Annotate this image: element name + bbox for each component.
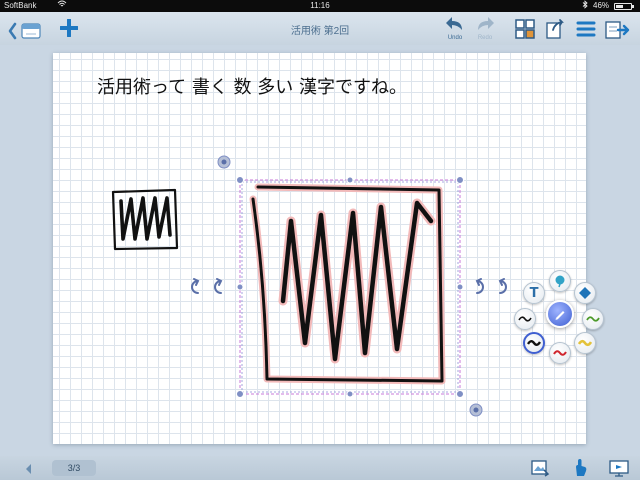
export-button[interactable]	[604, 18, 630, 42]
highlighter-yellow-button[interactable]	[574, 332, 596, 354]
page-counter[interactable]: 3/3	[52, 460, 96, 476]
undo-button[interactable]: Undo	[444, 15, 466, 45]
redo-label: Redo	[477, 35, 493, 41]
pen-black-thin-button[interactable]	[514, 308, 536, 330]
pen-tool-selected-button[interactable]	[546, 300, 574, 328]
thumbnails-icon	[515, 19, 535, 39]
export-icon	[605, 21, 630, 39]
small-drawing[interactable]	[111, 188, 179, 251]
pen-icon	[555, 311, 565, 320]
undo-label: Undo	[447, 35, 463, 41]
handle-top-left	[236, 176, 244, 184]
insert-picture-icon	[531, 460, 550, 477]
handle-top-right	[456, 176, 464, 184]
presentation-button[interactable]	[608, 458, 630, 478]
eraser-tool-button[interactable]	[574, 282, 596, 304]
undo-icon	[446, 17, 462, 30]
menu-button[interactable]	[576, 19, 596, 39]
status-bar: SoftBank 11:16 46%	[0, 0, 640, 12]
stroke-black-thick-icon	[527, 340, 541, 346]
pen-red-button[interactable]	[549, 342, 571, 364]
clock: 11:16	[310, 1, 330, 10]
chevron-left-icon	[26, 464, 31, 474]
rotate-left-icon[interactable]	[191, 278, 223, 294]
stroke-black-thin-icon	[518, 316, 532, 322]
handle-left-middle	[236, 283, 244, 291]
battery-fill	[616, 5, 624, 8]
tool-palette: T	[510, 264, 610, 374]
handwriting-text[interactable]: 活用術って 書く 数 多い 漢字ですね。	[97, 77, 407, 98]
ink-layer: 活用術って 書く 数 多い 漢字ですね。	[97, 77, 507, 417]
handle-bottom-right	[456, 390, 464, 398]
handle-bottom-middle	[346, 390, 354, 398]
battery-icon	[614, 3, 634, 10]
lasso-tool-button[interactable]	[549, 270, 571, 292]
share-icon	[546, 19, 564, 39]
insert-image-button[interactable]	[530, 458, 550, 478]
share-button[interactable]	[544, 18, 566, 40]
finger-mode-button[interactable]	[570, 458, 590, 478]
hand-pointer-icon	[576, 459, 587, 476]
stroke-red-icon	[553, 350, 567, 356]
redo-button[interactable]: Redo	[474, 15, 496, 45]
list-menu-icon	[576, 21, 596, 37]
rotate-right-icon[interactable]	[475, 278, 507, 294]
stroke-yellow-icon	[578, 339, 592, 347]
pen-green-button[interactable]	[582, 308, 604, 330]
pen-black-thick-button[interactable]	[523, 332, 545, 354]
text-tool-label: T	[529, 285, 539, 301]
handle-top-middle	[346, 176, 354, 184]
handle-bottom-left	[236, 390, 244, 398]
lasso-icon	[555, 275, 565, 288]
rotate-handle-top[interactable]	[217, 155, 231, 169]
selected-drawing[interactable]	[249, 183, 446, 385]
battery-percent: 46%	[593, 1, 610, 10]
projector-icon	[609, 460, 629, 477]
top-toolbar: 活用術 第2回 Undo Redo	[0, 12, 640, 45]
bottom-bar: 3/3	[0, 456, 640, 480]
resize-handle-bottom[interactable]	[469, 403, 483, 417]
text-tool-button[interactable]: T	[523, 282, 545, 304]
handle-right-middle	[456, 283, 464, 291]
page-layout-button[interactable]	[514, 18, 536, 40]
eraser-icon	[579, 287, 591, 299]
redo-icon	[478, 17, 494, 30]
stroke-green-icon	[586, 316, 600, 322]
note-page[interactable]: 活用術って 書く 数 多い 漢字ですね。	[53, 53, 586, 444]
previous-page-button[interactable]	[22, 462, 36, 476]
